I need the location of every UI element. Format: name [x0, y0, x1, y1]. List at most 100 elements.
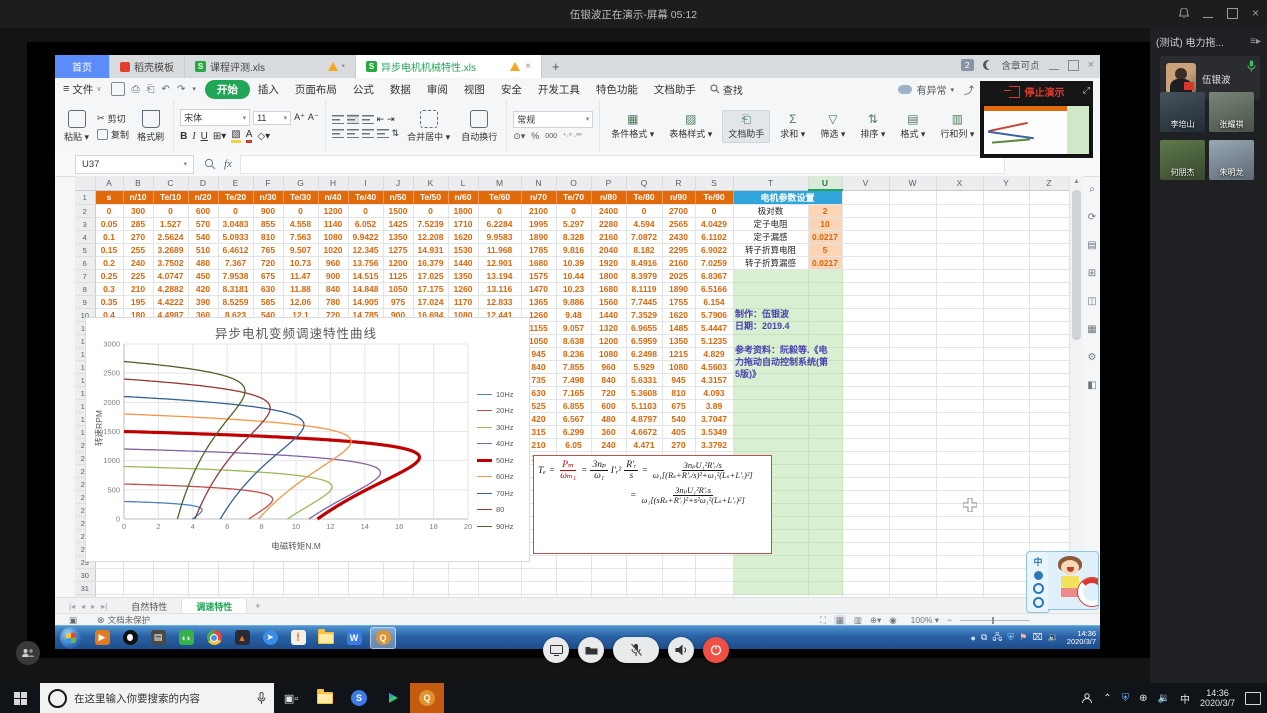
cell[interactable]: 1890 — [662, 283, 695, 296]
cell[interactable] — [889, 426, 936, 439]
cell[interactable]: 540 — [662, 413, 695, 426]
cell[interactable] — [936, 257, 983, 270]
cell[interactable]: Te/60 — [478, 190, 521, 205]
cell[interactable] — [936, 387, 983, 400]
tencent-video-button[interactable] — [376, 683, 410, 713]
justify-icon[interactable] — [377, 128, 389, 138]
cell[interactable] — [348, 582, 383, 595]
cell[interactable] — [808, 543, 842, 556]
normal-view-icon[interactable]: ▦ — [834, 615, 846, 626]
cell[interactable]: n/60 — [448, 190, 478, 205]
redo-icon[interactable]: ↷ — [177, 84, 185, 95]
cell[interactable]: 7.5239 — [413, 218, 448, 231]
font-size-select[interactable]: 11▾ — [253, 111, 291, 125]
cell[interactable] — [842, 478, 889, 491]
merge-center-button[interactable]: 合并居中 ▾ — [404, 110, 453, 143]
cell[interactable] — [253, 569, 283, 582]
cell[interactable]: 960 — [591, 361, 626, 374]
cell[interactable] — [1029, 361, 1069, 374]
sidebar-tool-icon-2[interactable]: ▤ — [1087, 240, 1096, 251]
cell[interactable] — [936, 374, 983, 387]
cell[interactable]: 210 — [123, 283, 153, 296]
menu-tab-0[interactable]: 开始 — [205, 80, 250, 99]
paste-button[interactable]: 粘贴 ▾ — [61, 110, 92, 143]
cell[interactable] — [318, 582, 348, 595]
formula-input[interactable] — [240, 155, 1005, 174]
tab-docer-templates[interactable]: 稻壳模板 — [110, 55, 185, 78]
ribbon-button-7[interactable]: ▥行和列 ▾ — [935, 111, 979, 142]
menu-tab-10[interactable]: 文档助手 — [646, 80, 704, 99]
cell[interactable]: 360 — [591, 426, 626, 439]
cell[interactable] — [889, 309, 936, 322]
participant-thumb-3[interactable]: 朱明龙 — [1209, 140, 1254, 180]
cell[interactable]: 5.1103 — [626, 400, 662, 413]
attendee-list-button[interactable] — [16, 641, 40, 665]
cell[interactable]: 6.5959 — [626, 335, 662, 348]
grid-header-cell[interactable]: G — [283, 176, 318, 190]
grid-header-cell[interactable]: O — [556, 176, 591, 190]
sidebar-tool-icon-3[interactable]: ⊞ — [1088, 268, 1096, 279]
cell[interactable] — [842, 387, 889, 400]
cell[interactable]: 390 — [188, 296, 218, 309]
bold-button[interactable]: B — [180, 131, 187, 142]
cell[interactable]: 2100 — [521, 205, 556, 218]
cell[interactable]: 945 — [662, 374, 695, 387]
cell[interactable]: 0 — [413, 205, 448, 218]
cell[interactable]: 0.3 — [95, 283, 123, 296]
file-menu[interactable]: ≡文件∨ — [63, 82, 102, 97]
cell[interactable]: 1560 — [591, 296, 626, 309]
cell[interactable]: 13.194 — [478, 270, 521, 283]
participant-thumb-1[interactable]: 张耀祺 — [1209, 92, 1254, 132]
cell[interactable] — [95, 582, 123, 595]
cell[interactable]: 7.498 — [556, 374, 591, 387]
cell[interactable]: 10.73 — [283, 257, 318, 270]
first-sheet-icon[interactable]: |◂ — [69, 602, 75, 611]
cell[interactable]: 极对数 — [733, 205, 808, 218]
cell[interactable] — [889, 556, 936, 569]
cell[interactable] — [889, 478, 936, 491]
cell[interactable] — [733, 296, 808, 309]
cell[interactable]: 0 — [478, 205, 521, 218]
cell[interactable]: 3.3792 — [695, 439, 733, 452]
cell[interactable]: 4.558 — [283, 218, 318, 231]
cell[interactable] — [1029, 322, 1069, 335]
cell[interactable] — [842, 426, 889, 439]
cell[interactable]: 0 — [218, 205, 253, 218]
cell[interactable] — [983, 296, 1029, 309]
cell[interactable]: 1620 — [448, 231, 478, 244]
cell[interactable] — [218, 582, 253, 595]
cell[interactable]: 765 — [253, 244, 283, 257]
cell[interactable]: 0.0217 — [808, 257, 842, 270]
cell[interactable]: 4.829 — [695, 348, 733, 361]
cell[interactable] — [123, 569, 153, 582]
grid-header-cell[interactable]: 5 — [75, 244, 95, 257]
ime-mascot-widget[interactable]: 中 — [1026, 551, 1098, 608]
taskbar-app-mic[interactable]: 🕯 — [286, 628, 310, 648]
cell[interactable]: 转子折算漏感 — [733, 257, 808, 270]
cell[interactable]: 255 — [123, 244, 153, 257]
cell[interactable] — [253, 582, 283, 595]
cell[interactable] — [983, 556, 1029, 569]
cell[interactable] — [733, 400, 808, 413]
cell[interactable]: Te/40 — [348, 190, 383, 205]
cell[interactable] — [1029, 400, 1069, 413]
bell-icon[interactable] — [1179, 8, 1189, 19]
cell[interactable]: 840 — [591, 374, 626, 387]
grid-header-cell[interactable]: 7 — [75, 270, 95, 283]
cell[interactable] — [733, 426, 808, 439]
cell[interactable]: 14.515 — [348, 270, 383, 283]
cell[interactable] — [889, 296, 936, 309]
cell[interactable]: 7.563 — [283, 231, 318, 244]
cell[interactable] — [448, 569, 478, 582]
cell[interactable] — [808, 530, 842, 543]
cell[interactable] — [983, 309, 1029, 322]
cell[interactable] — [983, 335, 1029, 348]
cell[interactable] — [808, 504, 842, 517]
magnifier-icon[interactable] — [204, 158, 216, 170]
cell[interactable]: 17.175 — [413, 283, 448, 296]
cell[interactable]: 840 — [318, 283, 348, 296]
cell[interactable]: 4.093 — [695, 387, 733, 400]
cell[interactable]: 5.297 — [556, 218, 591, 231]
cell[interactable] — [1029, 478, 1069, 491]
cell[interactable] — [1029, 439, 1069, 452]
